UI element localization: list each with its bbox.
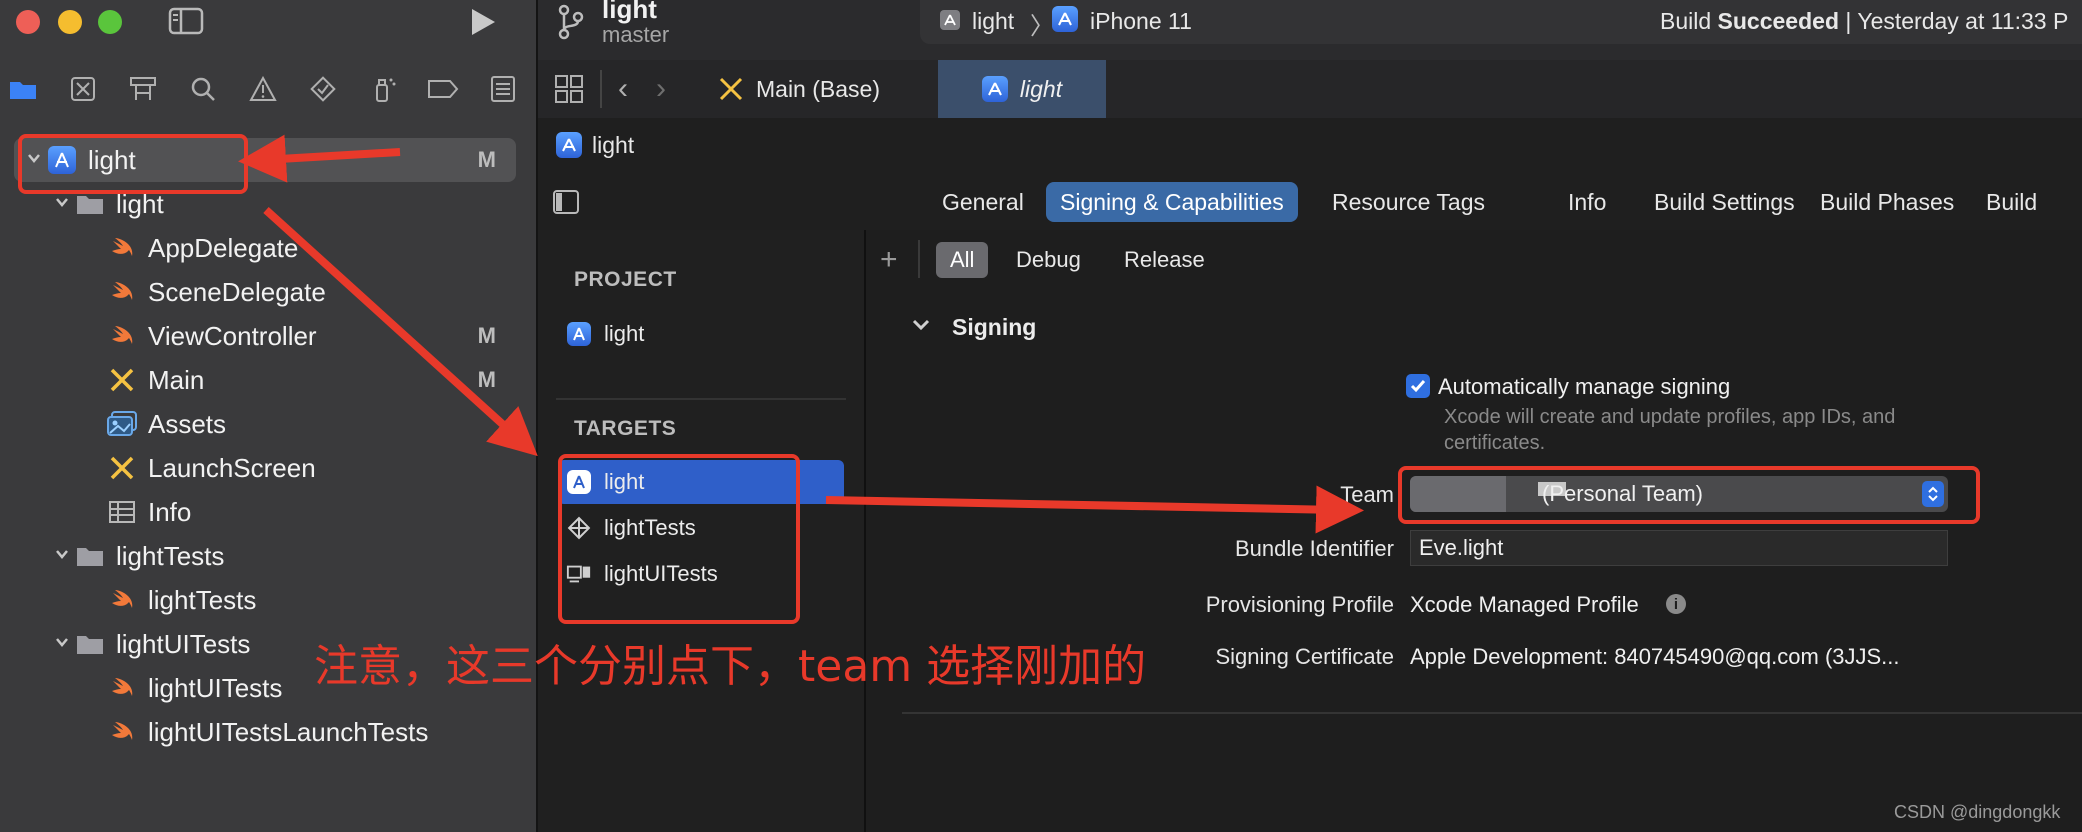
- arrow-to-team: [825, 485, 1364, 534]
- annotation-text: 注意，这三个分别点下，team 选择刚加的: [314, 641, 1147, 692]
- annotation-arrows: [238, 134, 1364, 534]
- arrow-to-targets: [263, 207, 538, 457]
- arrow-to-project: [238, 134, 401, 183]
